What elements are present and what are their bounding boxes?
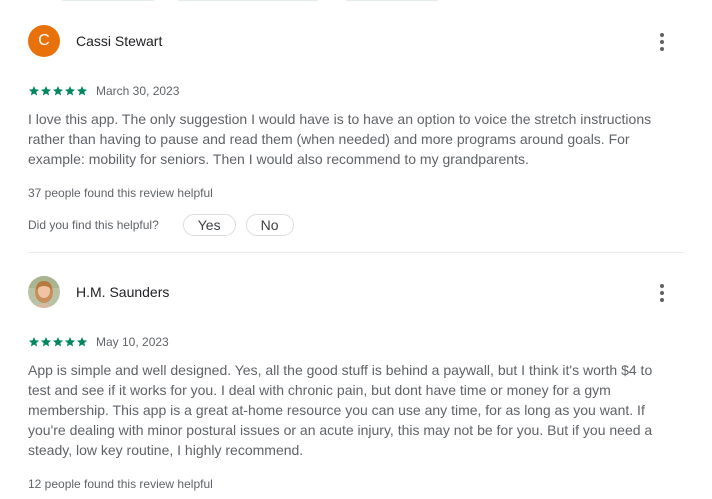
more-options-button[interactable] — [650, 27, 674, 55]
rating-row: March 30, 2023 — [28, 84, 179, 98]
helpful-no-button[interactable]: No — [245, 214, 294, 236]
review-date: March 30, 2023 — [96, 84, 180, 98]
helpful-count: 12 people found this review helpful — [28, 477, 213, 491]
star-icon — [28, 85, 40, 97]
star-icon — [64, 85, 76, 97]
star-rating — [28, 85, 88, 97]
star-icon — [40, 85, 52, 97]
review-text: I love this app. The only suggestion I w… — [28, 111, 652, 167]
more-options-button[interactable] — [650, 278, 674, 306]
star-rating — [28, 336, 88, 348]
review-header: H.M. Saunders — [28, 276, 684, 308]
reviewer-name: Cassi Stewart — [76, 33, 163, 49]
review-divider — [28, 252, 684, 253]
review-card: C Cassi Stewart March 30, 2023 I love th… — [28, 25, 684, 240]
review-text: App is simple and well designed. Yes, al… — [28, 362, 653, 458]
review-card: H.M. Saunders May 10, 2023 App is simple… — [28, 276, 684, 499]
avatar — [28, 276, 60, 308]
star-icon — [76, 336, 88, 348]
more-vert-icon — [650, 27, 674, 55]
star-icon — [28, 336, 40, 348]
star-icon — [76, 85, 88, 97]
filter-chip[interactable] — [176, 0, 320, 1]
helpful-count: 37 people found this review helpful — [28, 186, 213, 200]
filter-chips-strip — [0, 0, 712, 2]
helpful-yes-button[interactable]: Yes — [182, 214, 236, 236]
avatar: C — [28, 25, 60, 57]
review-header: C Cassi Stewart — [28, 25, 684, 57]
star-icon — [52, 85, 64, 97]
review-date: May 10, 2023 — [96, 335, 169, 349]
filter-chip[interactable] — [60, 0, 156, 1]
avatar-photo — [28, 276, 60, 308]
filter-chip[interactable] — [344, 0, 440, 1]
rating-row: May 10, 2023 — [28, 335, 169, 349]
helpful-feedback-row: Did you find this helpful? Yes No — [28, 212, 294, 238]
reviews-page: C Cassi Stewart March 30, 2023 I love th… — [0, 0, 712, 499]
helpful-prompt: Did you find this helpful? — [28, 218, 159, 232]
avatar-letter: C — [38, 32, 50, 49]
star-icon — [40, 336, 52, 348]
star-icon — [52, 336, 64, 348]
reviewer-name: H.M. Saunders — [76, 284, 170, 300]
more-vert-icon — [650, 278, 674, 306]
star-icon — [64, 336, 76, 348]
